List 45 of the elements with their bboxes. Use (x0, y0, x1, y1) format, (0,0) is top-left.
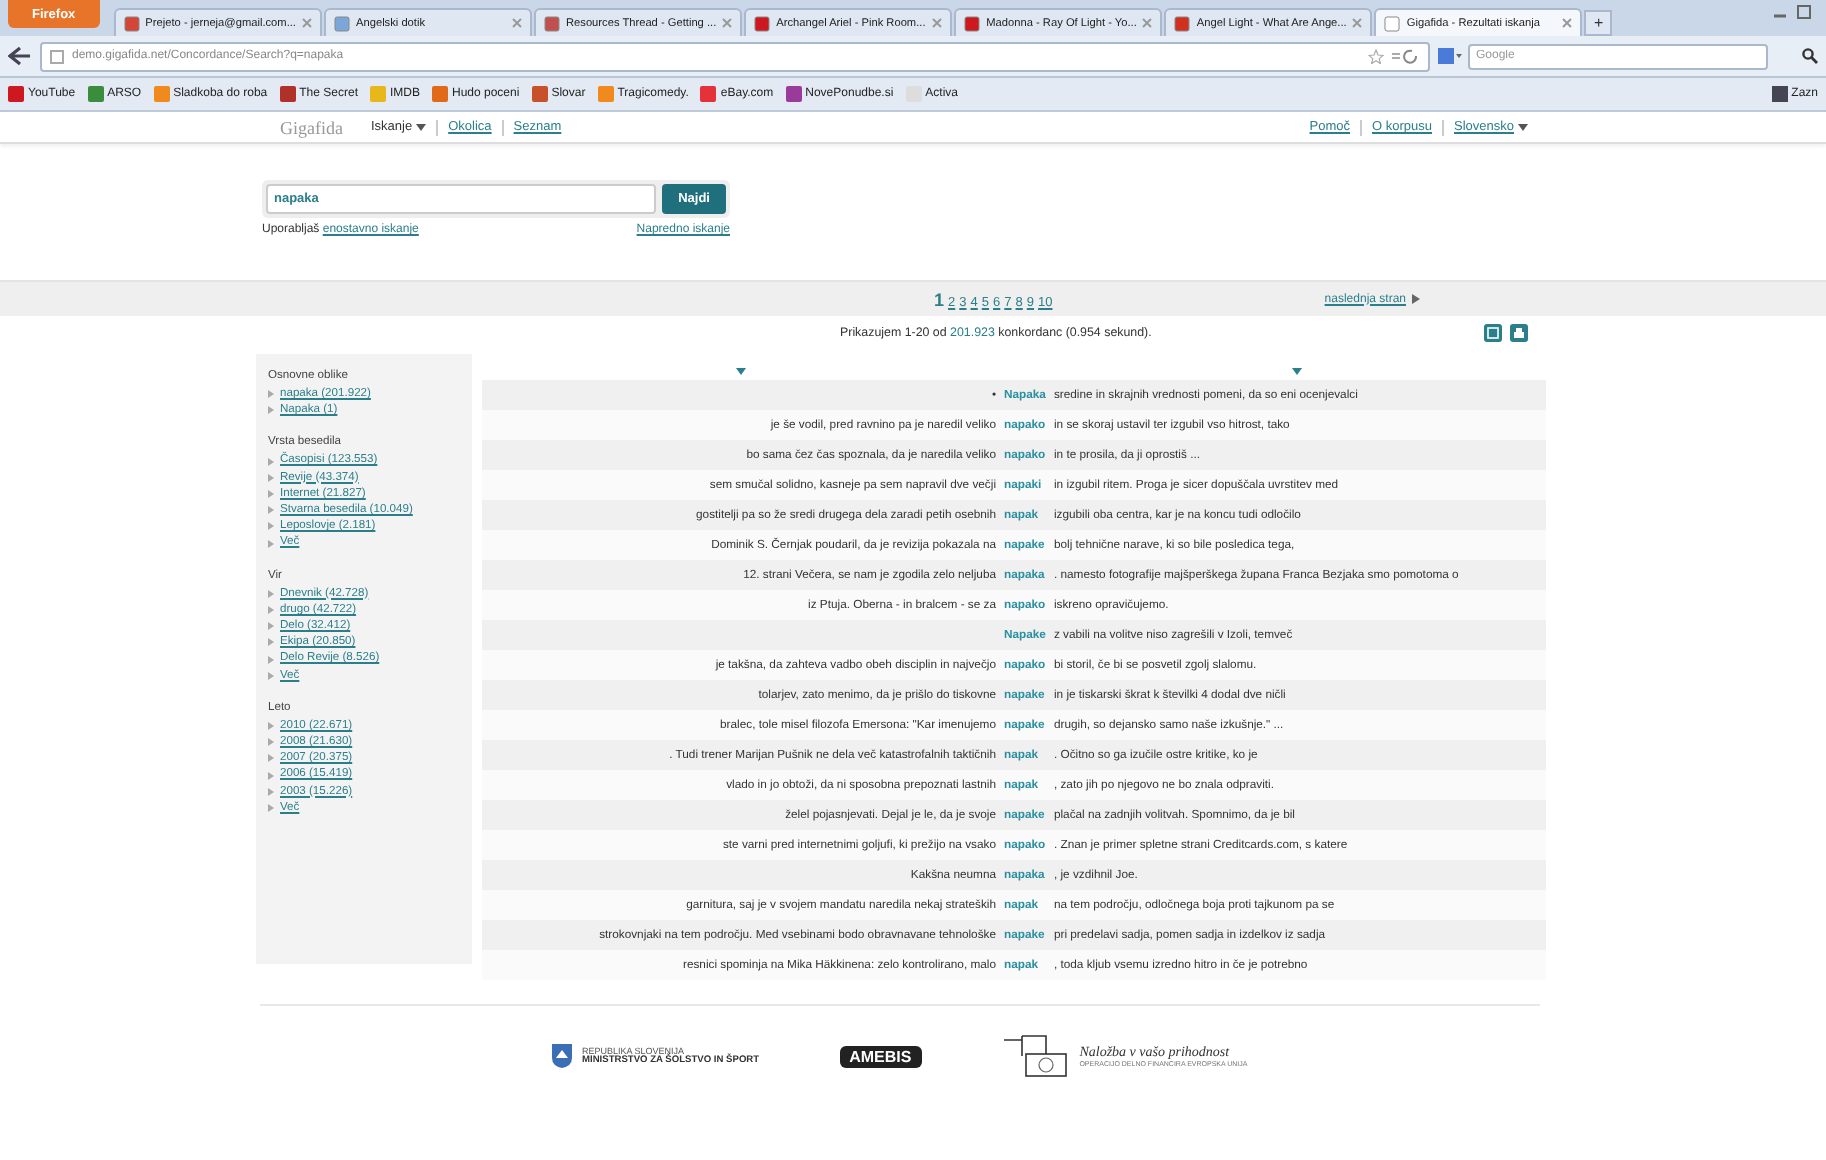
search-engine-icon[interactable] (1438, 48, 1462, 64)
sort-icon[interactable] (1292, 368, 1303, 376)
amebis-logo: AMEBIS (839, 1045, 922, 1067)
bullet-icon (268, 771, 274, 780)
close-icon[interactable] (1352, 18, 1363, 28)
address-actions-icon[interactable] (1368, 48, 1420, 64)
bullet-icon (268, 754, 274, 763)
close-icon[interactable] (302, 18, 312, 28)
close-icon[interactable] (1142, 18, 1153, 28)
bullet-icon (268, 589, 274, 598)
bullet-icon (268, 655, 274, 664)
page-icon (50, 49, 64, 63)
bullet-icon (268, 406, 274, 415)
bullet-icon (268, 473, 274, 482)
sort-icon[interactable] (736, 368, 746, 376)
close-icon[interactable] (932, 18, 943, 28)
bullet-icon (268, 539, 274, 548)
save-icon[interactable] (1484, 324, 1502, 342)
maximize-icon[interactable] (1794, 4, 1814, 20)
back-icon[interactable] (8, 46, 32, 66)
eu-flag-icon (1001, 1034, 1070, 1078)
bullet-icon (268, 506, 274, 515)
close-icon[interactable] (1562, 18, 1573, 28)
bullet-icon (268, 671, 274, 680)
close-icon[interactable] (512, 18, 522, 28)
bullet-icon (268, 522, 274, 531)
new-tab-button[interactable]: + (1584, 10, 1613, 36)
bullet-icon (268, 390, 274, 399)
bullet-icon (268, 638, 274, 647)
arrow-icon (1412, 294, 1420, 304)
close-icon[interactable] (722, 18, 733, 28)
site-logo[interactable]: Gigafida (280, 117, 343, 137)
coat-of-arms-icon (552, 1044, 572, 1068)
bullet-icon (268, 457, 274, 465)
print-icon[interactable] (1510, 324, 1528, 342)
bullet-icon (268, 738, 274, 747)
bullet-icon (268, 721, 274, 730)
bullet-icon (268, 605, 274, 614)
bookmarks-icon (1771, 86, 1788, 102)
bullet-icon (268, 787, 274, 796)
search-icon[interactable] (1802, 48, 1818, 64)
bullet-icon (268, 622, 274, 631)
bullet-icon (268, 489, 274, 498)
page-link[interactable]: 1 (934, 289, 945, 309)
bullet-icon (268, 803, 274, 812)
